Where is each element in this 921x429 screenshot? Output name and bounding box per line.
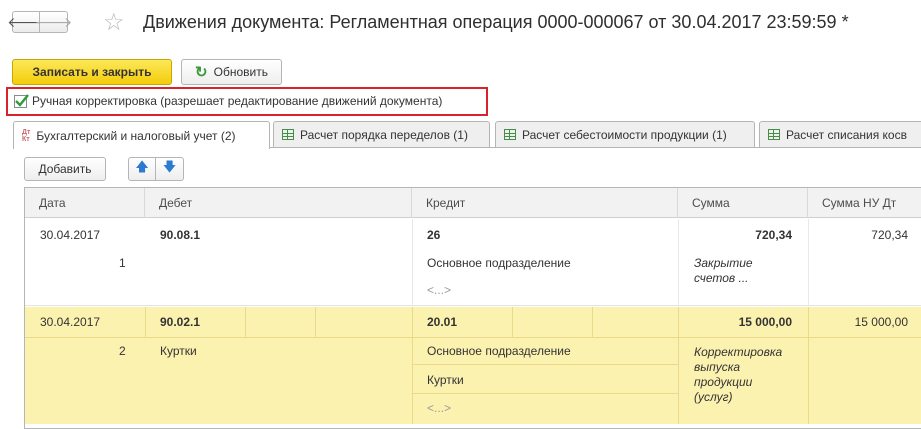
cell-debit-subconto-1: Куртки (160, 344, 197, 358)
cell-credit-subconto-2: Куртки (427, 373, 464, 387)
cell-debit-account: 90.08.1 (160, 228, 201, 242)
column-debit[interactable]: Дебет (145, 188, 412, 218)
arrow-down-icon: 🡇 (162, 159, 177, 174)
table-row[interactable]: 30.04.2017 1 90.08.1 26 Основное подразд… (25, 219, 921, 306)
arrow-right-icon: 🡒 (34, 13, 73, 30)
tab-accounting[interactable]: Дт Кт Бухгалтерский и налоговый учет (2) (13, 121, 270, 149)
tab-indirect-writeoff[interactable]: Расчет списания косв (759, 121, 921, 147)
cell-debit-account: 90.02.1 (160, 315, 201, 329)
cell-number: 1 (119, 256, 126, 270)
table-icon (504, 129, 516, 140)
entries-table: Дата Дебет Кредит Сумма Сумма НУ Дт 30.0… (24, 187, 921, 429)
manual-correction-row[interactable]: Ручная корректировка (разрешает редактир… (14, 93, 443, 108)
cell-date: 30.04.2017 (40, 228, 101, 242)
dt-kt-icon: Дт Кт (22, 128, 31, 143)
cell-amount-nu-dt: 720,34 (871, 228, 908, 242)
cell-credit-more: <...> (427, 401, 452, 415)
cell-credit-account: 26 (427, 228, 441, 242)
column-credit[interactable]: Кредит (412, 188, 678, 218)
tab-label: Бухгалтерский и налоговый учет (2) (36, 128, 236, 143)
arrow-up-icon: 🡅 (135, 159, 149, 174)
table-icon (282, 129, 294, 140)
forward-button[interactable]: 🡒 (35, 11, 72, 33)
tab-label: Расчет порядка переделов (1) (300, 127, 468, 142)
tab-cost-calc[interactable]: Расчет себестоимости продукции (1) (495, 121, 755, 147)
cell-number: 2 (119, 344, 126, 358)
move-up-button[interactable]: 🡅 (128, 157, 156, 181)
checkmark-icon (15, 93, 29, 107)
move-down-button[interactable]: 🡇 (156, 157, 184, 181)
cell-content: Закрытие счетов ... (694, 256, 753, 285)
refresh-label: Обновить (213, 65, 268, 79)
cell-amount: 15 000,00 (738, 315, 792, 329)
tab-stage-calc[interactable]: Расчет порядка переделов (1) (273, 121, 490, 147)
tab-bar: Дт Кт Бухгалтерский и налоговый учет (2) … (13, 121, 921, 149)
table-icon (768, 129, 780, 140)
page-title: Движения документа: Регламентная операци… (143, 12, 849, 32)
cell-content: Корректировка выпуска продукции (услуг) (694, 345, 783, 404)
cell-credit-account: 20.01 (427, 315, 458, 329)
refresh-button[interactable]: ↻ Обновить (181, 59, 282, 85)
save-and-close-button[interactable]: Записать и закрыть (12, 59, 172, 85)
cell-credit-more: <...> (427, 283, 452, 297)
table-row-selected[interactable]: 30.04.2017 2 90.02.1 Куртки 20.01 Основн… (25, 307, 921, 424)
manual-correction-label: Ручная корректировка (разрешает редактир… (32, 94, 443, 108)
cell-date: 30.04.2017 (40, 315, 101, 329)
column-date[interactable]: Дата (25, 188, 145, 218)
column-amount-nu-dt[interactable]: Сумма НУ Дт (808, 188, 921, 218)
add-button[interactable]: Добавить (24, 157, 106, 181)
refresh-icon: ↻ (195, 64, 208, 81)
cell-credit-subconto-1: Основное подразделение (427, 256, 571, 270)
cell-amount-nu-dt: 15 000,00 (854, 315, 908, 329)
favorite-star-icon[interactable]: ☆ (103, 8, 125, 37)
cell-credit-subconto-1: Основное подразделение (427, 344, 571, 358)
manual-correction-checkbox[interactable] (14, 93, 29, 108)
tab-label: Расчет списания косв (786, 127, 907, 142)
cell-amount: 720,34 (755, 228, 792, 242)
column-amount[interactable]: Сумма (678, 188, 808, 218)
tab-label: Расчет себестоимости продукции (1) (522, 127, 727, 142)
table-header: Дата Дебет Кредит Сумма Сумма НУ Дт (25, 188, 921, 218)
